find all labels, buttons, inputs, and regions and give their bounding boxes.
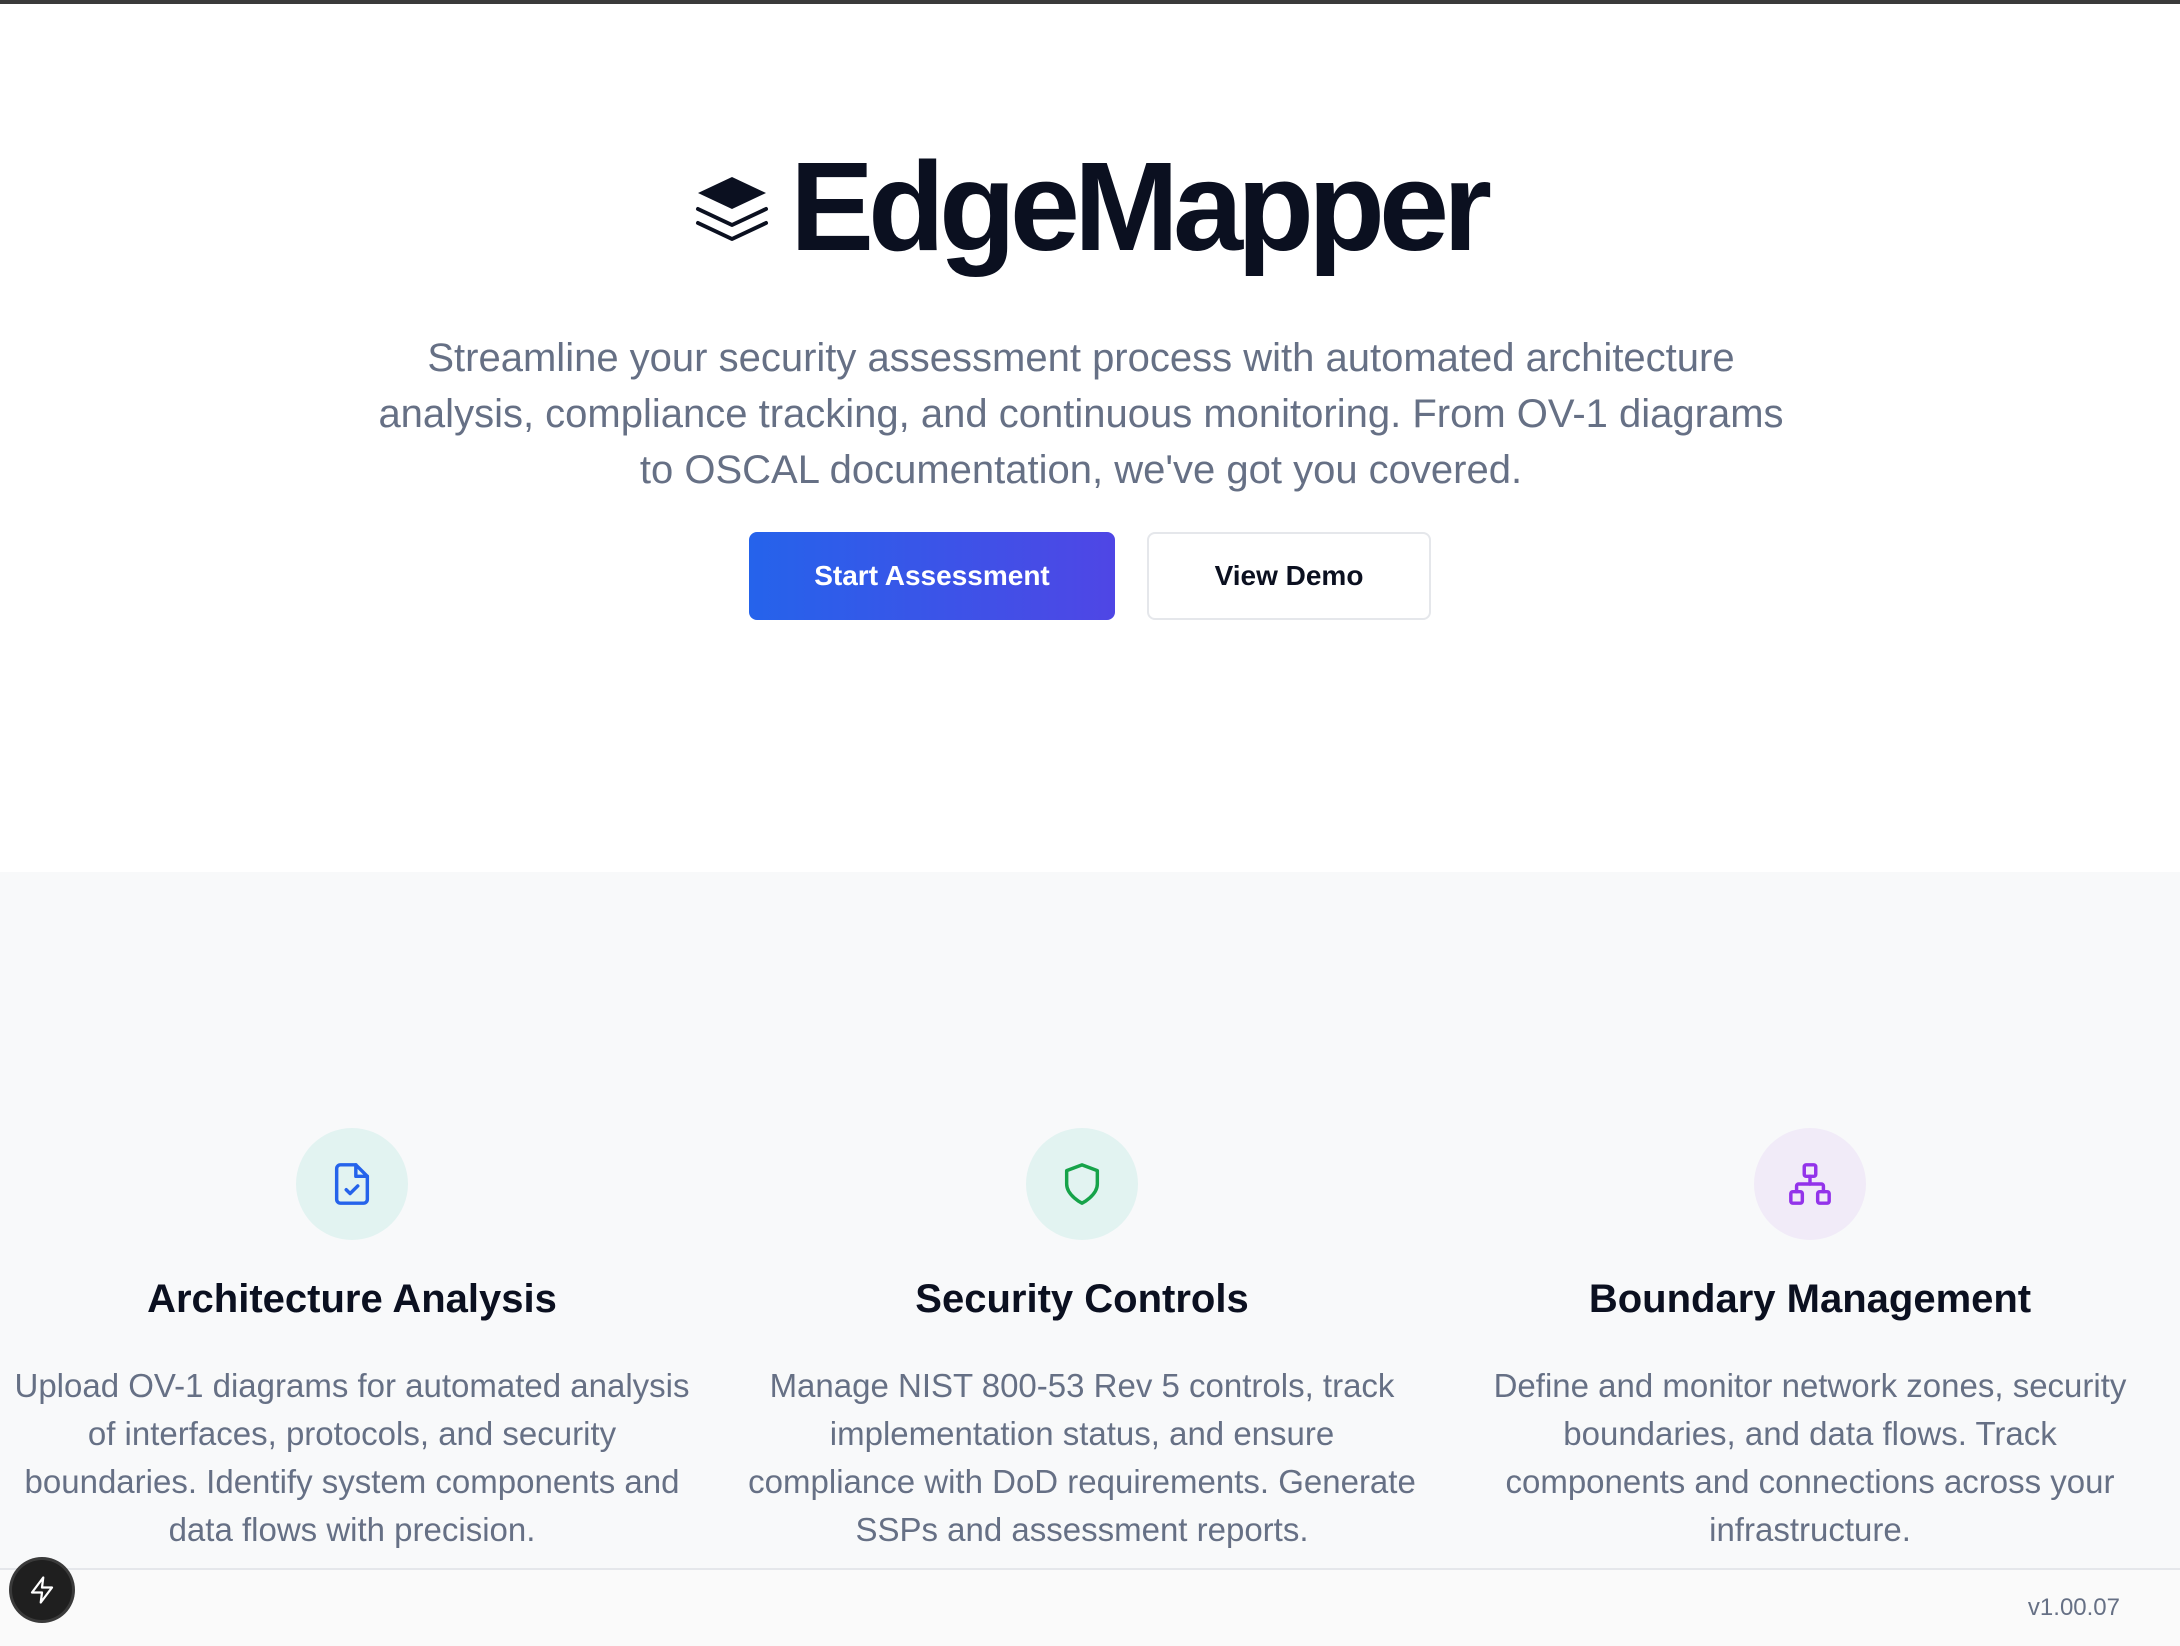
cta-row: Start Assessment View Demo [0, 532, 2180, 620]
feature-icon-badge [296, 1128, 408, 1240]
lightning-icon [30, 1576, 54, 1604]
page-footer: v1.00.07 [0, 1568, 2180, 1646]
feature-title: Security Controls [915, 1277, 1249, 1321]
brand-header: EdgeMapper [0, 144, 2180, 270]
file-check-icon [334, 1163, 370, 1205]
network-icon [1789, 1163, 1831, 1205]
layers-icon [695, 177, 768, 241]
shield-icon [1064, 1163, 1100, 1205]
dev-tools-button[interactable] [12, 1560, 72, 1620]
feature-description: Upload OV-1 diagrams for automated analy… [14, 1367, 690, 1548]
feature-title: Boundary Management [1588, 1277, 2032, 1321]
feature-description: Manage NIST 800-53 Rev 5 controls, track… [748, 1367, 1416, 1548]
feature-boundary-management: Boundary Management Define and monitor n… [1460, 1128, 2160, 1554]
feature-title: Architecture Analysis [147, 1277, 557, 1321]
view-demo-button[interactable]: View Demo [1147, 532, 1431, 620]
feature-icon-badge [1754, 1128, 1866, 1240]
brand-title: EdgeMapper [789, 136, 1492, 277]
feature-security-controls: Security Controls Manage NIST 800-53 Rev… [732, 1128, 1432, 1554]
feature-icon-badge [1026, 1128, 1138, 1240]
features-section: Architecture Analysis Upload OV-1 diagra… [0, 872, 2180, 1568]
hero-subtitle: Streamline your security assessment proc… [378, 336, 1784, 492]
hero-section: EdgeMapper Streamline your security asse… [0, 4, 2180, 872]
feature-description: Define and monitor network zones, securi… [1493, 1367, 2127, 1548]
start-assessment-button[interactable]: Start Assessment [749, 532, 1115, 620]
version-label: v1.00.07 [2027, 1594, 2120, 1621]
feature-architecture-analysis: Architecture Analysis Upload OV-1 diagra… [2, 1128, 702, 1554]
